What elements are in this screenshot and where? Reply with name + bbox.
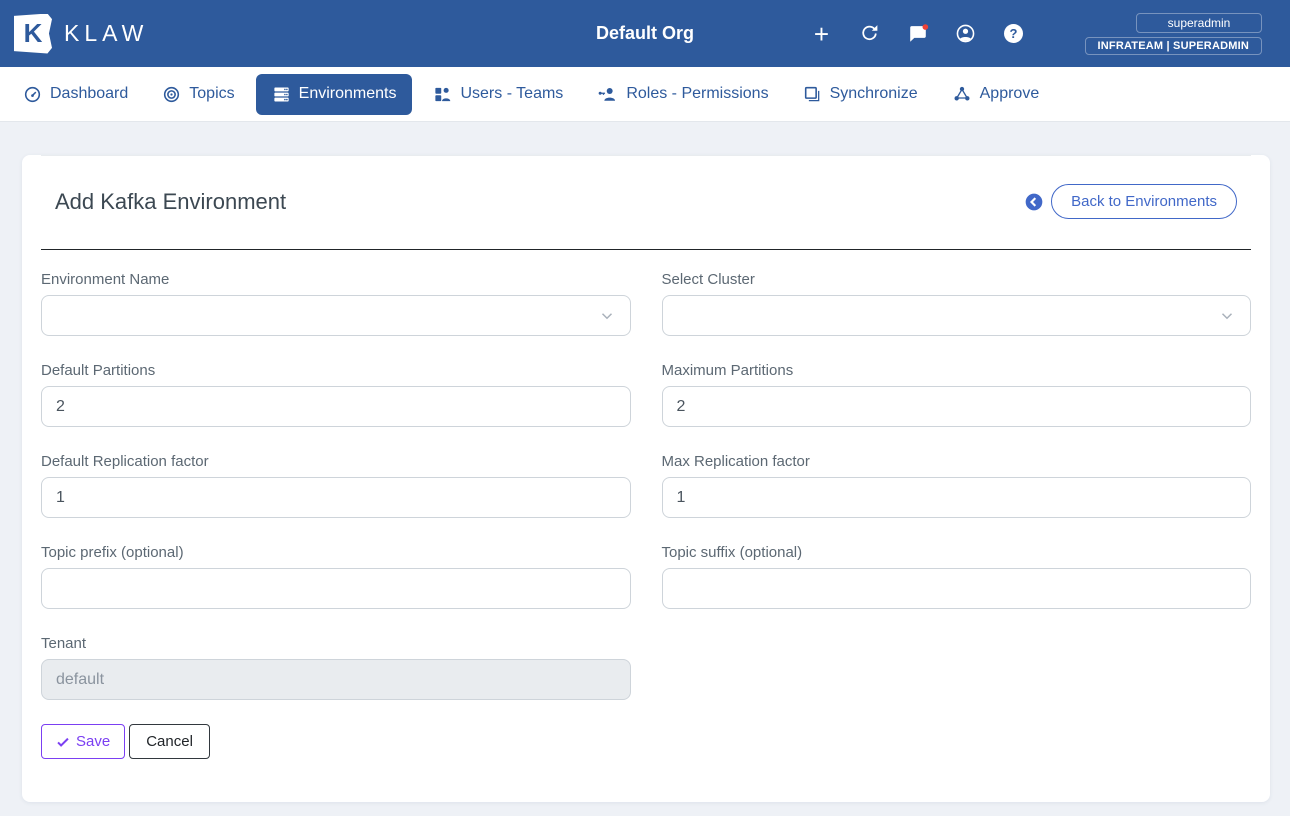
select-cluster-select[interactable] — [661, 295, 1251, 336]
add-environment-card: Add Kafka Environment Back to Environmen… — [22, 155, 1270, 802]
org-title: Default Org — [595, 23, 695, 43]
nav-label: Dashboard — [50, 85, 129, 102]
nav-label: Synchronize — [829, 85, 918, 102]
target-icon — [164, 86, 180, 102]
overlap-squares-icon — [804, 86, 819, 101]
person-key-icon — [598, 87, 616, 101]
topic-prefix-label: Topic prefix (optional) — [41, 544, 184, 561]
default-partitions-input[interactable] — [41, 386, 631, 427]
user-grid-icon — [435, 87, 451, 101]
nav-item-approve[interactable]: Approve — [939, 74, 1053, 114]
topic-suffix-label: Topic suffix (optional) — [661, 544, 803, 561]
check-icon — [57, 737, 69, 747]
brand-logo[interactable]: K KLAW — [14, 13, 149, 54]
brand-name: KLAW — [64, 20, 149, 46]
chat-notifications-icon[interactable] — [907, 23, 929, 45]
chevron-down-icon — [601, 312, 612, 319]
back-to-environments-button[interactable]: Back to Environments — [1051, 184, 1237, 219]
nav-label: Roles - Permissions — [626, 85, 769, 102]
save-button-label: Save — [76, 733, 111, 750]
server-stack-icon — [274, 87, 289, 101]
header-actions: + ? superadmin INFRATEAM | SUPERADMIN — [811, 12, 1262, 55]
nav-item-synchronize[interactable]: Synchronize — [790, 75, 931, 114]
nav-label: Topics — [189, 85, 235, 102]
topic-prefix-input[interactable] — [41, 568, 631, 609]
refresh-icon[interactable] — [859, 23, 881, 45]
select-cluster-label: Select Cluster — [661, 271, 755, 288]
user-info[interactable]: superadmin INFRATEAM | SUPERADMIN — [1084, 12, 1262, 55]
user-account-icon[interactable] — [955, 23, 977, 45]
environment-form: Environment Name Select Cluster Default … — [41, 271, 1251, 700]
main-nav: Dashboard Topics Environments Users - Te… — [0, 67, 1290, 122]
nav-label: Environments — [298, 85, 397, 102]
nav-item-environments[interactable]: Environments — [255, 73, 413, 115]
default-partitions-label: Default Partitions — [41, 362, 156, 379]
team-role-badge: INFRATEAM | SUPERADMIN — [1084, 36, 1262, 55]
dashboard-gauge-icon — [24, 86, 41, 102]
chevron-down-icon — [1221, 312, 1233, 319]
help-icon[interactable]: ? — [1003, 23, 1025, 45]
maximum-partitions-input[interactable] — [661, 386, 1251, 427]
nav-item-topics[interactable]: Topics — [149, 75, 247, 114]
app-header: K KLAW Default Org + ? superadmin INFRAT… — [0, 0, 1290, 67]
default-replication-factor-input[interactable] — [41, 477, 631, 518]
nav-item-users-teams[interactable]: Users - Teams — [420, 75, 576, 114]
nav-item-roles-permissions[interactable]: Roles - Permissions — [584, 74, 781, 115]
environment-name-select[interactable] — [41, 295, 631, 336]
environment-name-label: Environment Name — [41, 271, 170, 288]
maximum-partitions-label: Maximum Partitions — [661, 362, 794, 379]
max-replication-factor-label: Max Replication factor — [661, 453, 810, 470]
tenant-label: Tenant — [41, 635, 87, 652]
cancel-button[interactable]: Cancel — [129, 724, 210, 759]
default-replication-factor-label: Default Replication factor — [41, 453, 209, 470]
hub-network-icon — [954, 86, 970, 101]
plus-icon[interactable]: + — [811, 21, 833, 47]
arrow-circle-left-icon[interactable] — [1024, 192, 1044, 212]
topic-suffix-input[interactable] — [661, 568, 1251, 609]
save-button[interactable]: Save — [41, 724, 126, 759]
tenant-input — [41, 659, 631, 700]
nav-label: Users - Teams — [460, 85, 564, 102]
page-title: Add Kafka Environment — [55, 188, 287, 214]
title-divider — [41, 249, 1251, 250]
max-replication-factor-input[interactable] — [661, 477, 1251, 518]
klaw-logo-icon: K — [14, 13, 52, 54]
nav-item-dashboard[interactable]: Dashboard — [10, 75, 141, 114]
nav-label: Approve — [979, 85, 1040, 102]
username-badge: superadmin — [1136, 12, 1262, 33]
notification-dot — [921, 23, 928, 30]
